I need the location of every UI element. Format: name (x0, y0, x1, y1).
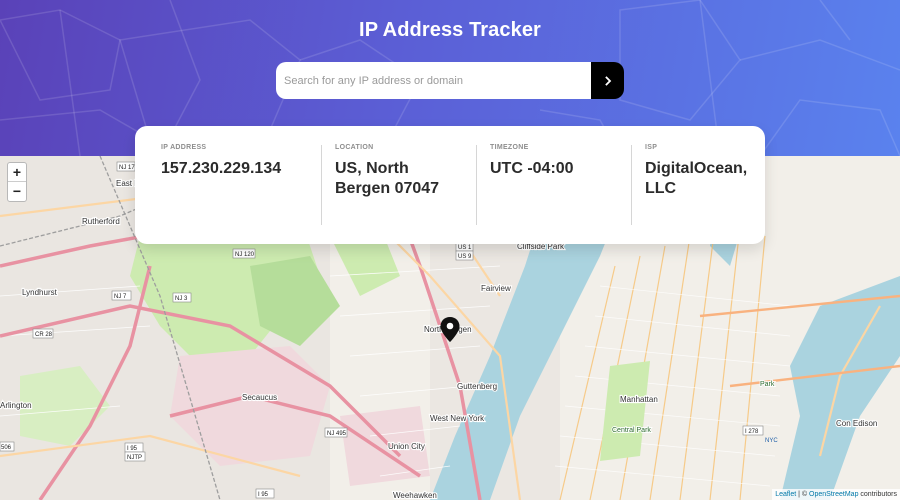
divider (476, 145, 477, 225)
isp-label: ISP (645, 144, 658, 151)
zoom-in-button[interactable]: + (8, 163, 26, 182)
location-pin-icon[interactable] (440, 317, 460, 342)
map-attribution: Leaflet | © OpenStreetMap contributors (772, 489, 900, 500)
leaflet-link[interactable]: Leaflet (775, 491, 796, 498)
chevron-right-icon (604, 75, 611, 86)
zoom-out-button[interactable]: − (8, 182, 26, 201)
location-section: LOCATION US, North Bergen 07047 (335, 144, 455, 199)
openstreetmap-link[interactable]: OpenStreetMap (809, 491, 858, 498)
divider (321, 145, 322, 225)
divider (631, 145, 632, 225)
zoom-control: + − (7, 162, 27, 202)
ip-info-card: IP ADDRESS 157.230.229.134 LOCATION US, … (135, 126, 765, 244)
search-input[interactable] (276, 62, 591, 99)
search-form (276, 62, 624, 99)
attribution-separator: | © (796, 491, 810, 498)
location-label: LOCATION (335, 144, 374, 151)
timezone-label: TIMEZONE (490, 144, 529, 151)
location-value: US, North Bergen 07047 (335, 160, 440, 197)
isp-section: ISP DigitalOcean, LLC (645, 144, 760, 199)
ip-address-value: 157.230.229.134 (161, 160, 282, 177)
timezone-value: UTC -04:00 (490, 160, 574, 177)
search-submit-button[interactable] (591, 62, 624, 99)
ip-address-section: IP ADDRESS 157.230.229.134 (161, 144, 311, 179)
timezone-section: TIMEZONE UTC -04:00 (490, 144, 630, 179)
isp-value: DigitalOcean, LLC (645, 160, 748, 197)
ip-address-label: IP ADDRESS (161, 144, 207, 151)
attribution-suffix: contributors (858, 491, 897, 498)
page-title: IP Address Tracker (359, 19, 541, 41)
